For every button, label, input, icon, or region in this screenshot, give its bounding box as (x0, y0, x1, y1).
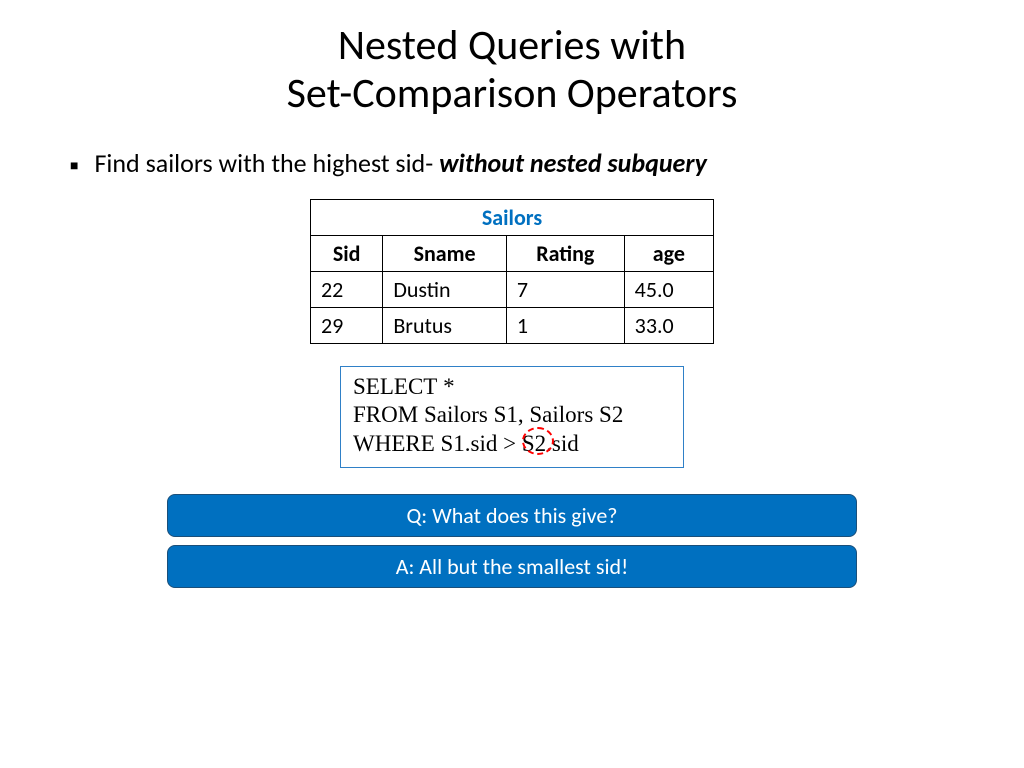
cell: Brutus (383, 307, 507, 343)
title-line-1: Nested Queries with (338, 20, 686, 71)
table-header-row: Sid Sname Rating age (311, 235, 714, 271)
cell: 33.0 (624, 307, 713, 343)
cell: 1 (506, 307, 624, 343)
col-age: age (624, 235, 713, 271)
col-rating: Rating (506, 235, 624, 271)
bullet-emph: without nested subquery (439, 147, 707, 179)
col-sid: Sid (311, 235, 383, 271)
table-caption: Sailors (311, 199, 714, 235)
cell: 22 (311, 271, 383, 307)
kw-from: FROM (353, 402, 418, 427)
sql-line-where: WHERE S1.sid > S2.sid (353, 430, 671, 459)
sailors-table: Sailors Sid Sname Rating age 22 Dustin 7… (310, 199, 714, 344)
sql-select-rest: * (437, 374, 454, 399)
sailors-table-wrap: Sailors Sid Sname Rating age 22 Dustin 7… (310, 199, 714, 344)
slide-title: Nested Queries with Set-Comparison Opera… (0, 0, 1024, 119)
cell: 45.0 (624, 271, 713, 307)
banner-stack: Q: What does this give? A: All but the s… (167, 494, 857, 588)
table-row: 29 Brutus 1 33.0 (311, 307, 714, 343)
sql-code-box: SELECT * FROM Sailors S1, Sailors S2 WHE… (340, 366, 684, 468)
sql-line-from: FROM Sailors S1, Sailors S2 (353, 401, 671, 430)
cell: 7 (506, 271, 624, 307)
bullet-prefix: Find sailors with the highest sid- (94, 147, 439, 179)
bullet-item: ■ Find sailors with the highest sid- wit… (0, 147, 1024, 179)
question-banner: Q: What does this give? (167, 494, 857, 537)
kw-select: SELECT (353, 374, 437, 399)
cell: Dustin (383, 271, 507, 307)
answer-banner: A: All but the smallest sid! (167, 545, 857, 588)
sql-from-rest: Sailors S1, Sailors S2 (418, 402, 623, 427)
table-row: 22 Dustin 7 45.0 (311, 271, 714, 307)
cell: 29 (311, 307, 383, 343)
kw-where: WHERE (353, 431, 435, 456)
bullet-text: Find sailors with the highest sid- witho… (94, 147, 706, 179)
col-sname: Sname (383, 235, 507, 271)
bullet-marker-icon: ■ (70, 157, 78, 174)
sql-where-rest: S1.sid > S2.sid (435, 431, 579, 456)
title-line-2: Set-Comparison Operators (287, 68, 738, 119)
sql-line-select: SELECT * (353, 373, 671, 402)
